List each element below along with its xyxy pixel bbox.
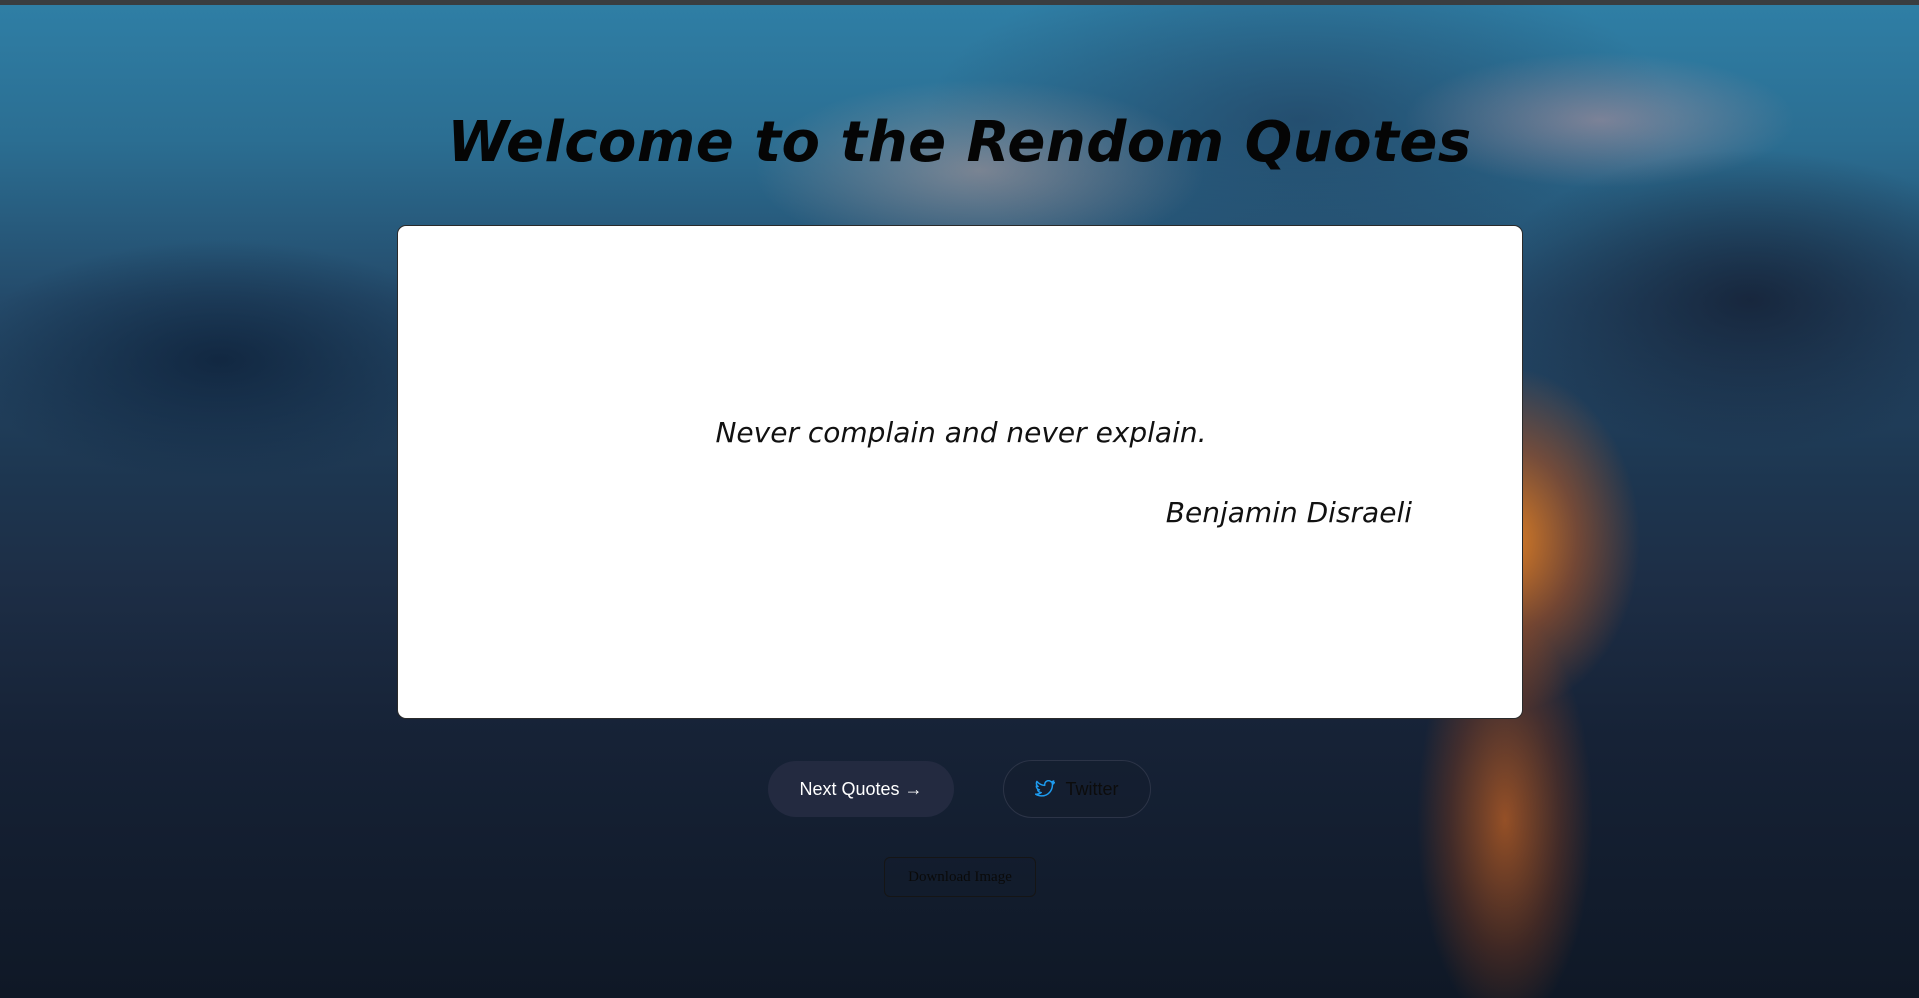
next-quote-label: Next Quotes → [799, 778, 923, 799]
quote-card: Never complain and never explain. Benjam… [397, 225, 1523, 719]
twitter-icon [1035, 779, 1056, 798]
download-image-label: Download Image [908, 868, 1012, 885]
quote-author: Benjamin Disraeli [1165, 496, 1412, 529]
download-image-button[interactable]: Download Image [884, 857, 1036, 897]
page-title: Welcome to the Rendom Quotes [447, 110, 1472, 175]
next-quote-button[interactable]: Next Quotes → [768, 761, 954, 817]
twitter-share-button[interactable]: Twitter [1003, 760, 1151, 818]
twitter-label: Twitter [1065, 778, 1119, 799]
quote-text: Never complain and never explain. [715, 416, 1207, 449]
browser-top-edge [0, 0, 1919, 5]
